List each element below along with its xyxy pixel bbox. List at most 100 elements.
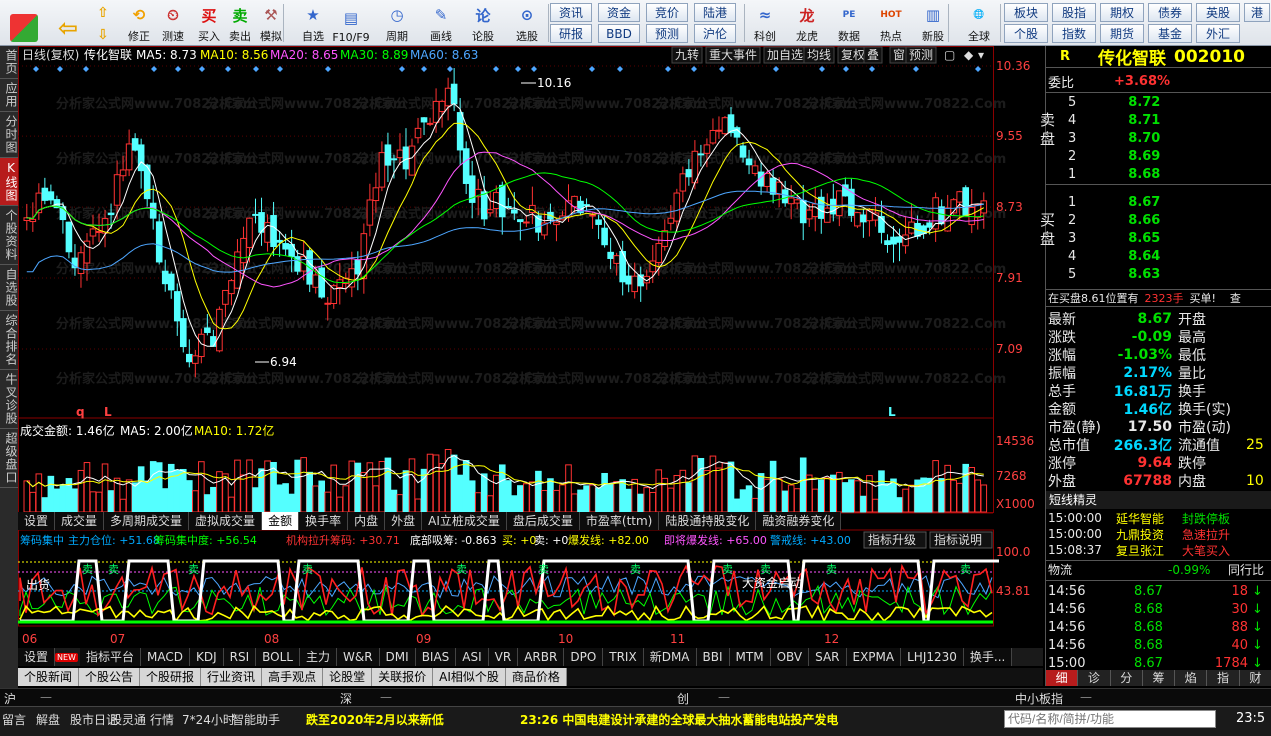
info-tab-6[interactable]: 关联报价 — [372, 668, 434, 686]
quick-button-BBD[interactable]: BBD — [598, 24, 640, 43]
app-logo-icon[interactable] — [6, 2, 42, 44]
volume-tab-7[interactable]: 外盘 — [385, 512, 423, 530]
indicator-tab-23[interactable]: 换手... — [963, 648, 1013, 666]
event-diamond-icon[interactable] — [33, 66, 39, 72]
ask-row[interactable]: 3 8.70 — [1046, 129, 1271, 147]
indicator-tab-6[interactable]: BOLL — [256, 648, 300, 666]
market-button-港[interactable]: 港 — [1244, 3, 1270, 22]
signal-row[interactable]: 15:00:00 延华智能 封跌停板 — [1046, 510, 1271, 526]
side-tab-5[interactable]: 自选股 — [0, 265, 18, 311]
index-sz-label[interactable]: 深 — [340, 690, 352, 707]
indicator-tab-9[interactable]: DMI — [379, 648, 416, 666]
indicator-tab-7[interactable]: 主力 — [299, 648, 337, 666]
toolbar-button-6[interactable]: ▤ F10/F9 — [332, 2, 369, 44]
search-input[interactable] — [1004, 710, 1216, 728]
market-button-板块[interactable]: 板块 — [1004, 3, 1048, 22]
quote-tab-6[interactable]: 财 — [1240, 670, 1271, 686]
quick-button-预测[interactable]: 预测 — [646, 24, 688, 43]
volume-tab-2[interactable]: 多周期成交量 — [104, 512, 190, 530]
status-item-6[interactable]: 智能助手 — [232, 711, 280, 728]
toolbar-button-2[interactable]: 买买入 — [192, 2, 226, 44]
info-tab-7[interactable]: AI相似个股 — [433, 668, 506, 686]
event-diamond-icon[interactable] — [719, 66, 725, 72]
info-tab-3[interactable]: 行业资讯 — [201, 668, 263, 686]
indicator-tab-16[interactable]: 新DMA — [643, 648, 697, 666]
status-item-3[interactable]: 股灵通 — [110, 711, 146, 728]
market-button-英股[interactable]: 英股 — [1196, 3, 1240, 22]
side-tab-7[interactable]: 牛叉诊股 — [0, 370, 18, 429]
indicator-tab-15[interactable]: TRIX — [603, 648, 644, 666]
event-diamond-icon[interactable] — [175, 66, 181, 72]
volume-tab-12[interactable]: 融资融券变化 — [756, 512, 842, 530]
toolbar-button-8[interactable]: ✎ 画线 — [424, 2, 458, 44]
news-ticker-2[interactable]: 23:26 中国电建设计承建的全球最大抽水蓄能电站投产发电 — [520, 711, 838, 728]
toolbar-button-10[interactable]: ⊙ 选股 — [510, 2, 544, 44]
quote-tab-1[interactable]: 诊 — [1078, 670, 1111, 686]
bid-row[interactable]: 3 8.65 — [1046, 229, 1271, 247]
event-diamond-icon[interactable] — [421, 66, 427, 72]
quote-tab-5[interactable]: 指 — [1207, 670, 1240, 686]
quote-tab-2[interactable]: 分 — [1111, 670, 1143, 686]
toolbar-button-14[interactable]: HOT 热点 — [874, 2, 908, 44]
indicator-tab-4[interactable]: KDJ — [189, 648, 224, 666]
volume-tab-8[interactable]: AI立桩成交量 — [422, 512, 507, 530]
volume-tab-9[interactable]: 盘后成交量 — [506, 512, 580, 530]
indicator-tab-17[interactable]: BBI — [696, 648, 730, 666]
quote-tab-4[interactable]: 焰 — [1175, 670, 1208, 686]
side-tab-8[interactable]: 超级盘口 — [0, 429, 18, 488]
event-diamond-icon[interactable] — [447, 66, 453, 72]
kline-chart[interactable]: 10.369.558.737.917.09分析家公式网www.70822.Com… — [18, 46, 1043, 648]
event-diamond-icon[interactable] — [665, 66, 671, 72]
event-diamond-icon[interactable] — [225, 66, 231, 72]
toolbar-button-5[interactable]: ★ 自选 — [296, 2, 330, 44]
side-tab-3[interactable]: K线图 — [0, 158, 18, 206]
event-diamond-icon[interactable] — [617, 66, 623, 72]
volume-tab-0[interactable]: 设置 — [18, 512, 56, 530]
info-tab-0[interactable]: 个股新闻 — [18, 668, 80, 686]
quick-button-沪伦[interactable]: 沪伦 — [694, 24, 736, 43]
market-button-基金[interactable]: 基金 — [1148, 24, 1192, 43]
quote-tab-0[interactable]: 细 — [1046, 670, 1079, 686]
market-button-个股[interactable]: 个股 — [1004, 24, 1048, 43]
event-diamond-icon[interactable] — [773, 66, 779, 72]
chart-control-icon-1[interactable]: ◆ — [964, 48, 974, 62]
event-diamond-icon[interactable] — [399, 66, 405, 72]
market-button-指数[interactable]: 指数 — [1052, 24, 1096, 43]
indicator-tab-11[interactable]: ASI — [456, 648, 489, 666]
event-diamond-icon[interactable] — [869, 66, 875, 72]
event-diamond-icon[interactable] — [151, 66, 157, 72]
volume-tab-4[interactable]: 金额 — [262, 512, 300, 530]
event-diamond-icon[interactable] — [691, 66, 697, 72]
status-item-5[interactable]: 7*24小时 — [182, 711, 235, 728]
ask-row[interactable]: 4 8.71 — [1046, 111, 1271, 129]
page-up-button[interactable]: ⇧ — [92, 2, 114, 22]
toolbar-button-16[interactable]: 🌐 全球 — [962, 2, 996, 44]
side-tab-2[interactable]: 分时图 — [0, 112, 18, 158]
toolbar-button-15[interactable]: ▥ 新股 — [916, 2, 950, 44]
market-button-期货[interactable]: 期货 — [1100, 24, 1144, 43]
index-sme-label[interactable]: 中小板指 — [1015, 690, 1063, 707]
indicator-tab-22[interactable]: LHJ1230 — [901, 648, 964, 666]
quick-button-资金[interactable]: 资金 — [598, 3, 640, 22]
status-item-4[interactable]: 行情 — [150, 711, 174, 728]
market-button-外汇[interactable]: 外汇 — [1196, 24, 1240, 43]
indicator-tab-14[interactable]: DPO — [564, 648, 604, 666]
bid-row[interactable]: 2 8.66 — [1046, 211, 1271, 229]
ask-row[interactable]: 5 8.72 — [1046, 93, 1271, 111]
info-tab-2[interactable]: 个股研报 — [140, 668, 202, 686]
quick-button-研报[interactable]: 研报 — [550, 24, 592, 43]
volume-tab-3[interactable]: 虚拟成交量 — [189, 512, 263, 530]
indicator-tab-5[interactable]: RSI — [223, 648, 257, 666]
signal-row[interactable]: 15:08:37 复旦张江 大笔买入 — [1046, 542, 1271, 558]
market-button-股指[interactable]: 股指 — [1052, 3, 1096, 22]
indicator-tab-12[interactable]: VR — [488, 648, 519, 666]
event-diamond-icon[interactable] — [913, 66, 919, 72]
side-tab-4[interactable]: 个股资料 — [0, 206, 18, 265]
volume-tab-6[interactable]: 内盘 — [348, 512, 386, 530]
event-diamond-icon[interactable] — [325, 66, 331, 72]
order-notice[interactable]: 在买盘8.61位置有 2323手 买单! 查 — [1046, 289, 1271, 307]
side-tab-0[interactable]: 首页 — [0, 46, 18, 79]
page-down-button[interactable]: ⇩ — [92, 24, 114, 44]
status-item-1[interactable]: 解盘 — [36, 711, 60, 728]
event-diamond-icon[interactable] — [843, 66, 849, 72]
